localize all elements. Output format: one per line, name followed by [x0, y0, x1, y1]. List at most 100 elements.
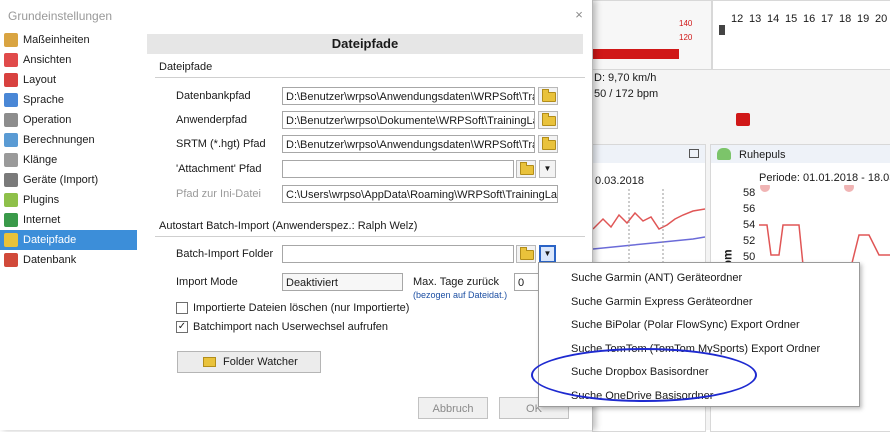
nav-item-maßeinheiten[interactable]: Maßeinheiten	[0, 30, 137, 50]
calendar-day[interactable]: 14	[767, 13, 779, 25]
hr-zone-strip: 140 120	[592, 0, 712, 70]
checkbox-label: Importierte Dateien löschen (nur Importi…	[193, 302, 410, 314]
wrench-icon	[4, 113, 18, 127]
nav-item-label: Geräte (Import)	[23, 174, 99, 186]
browse-folder-button[interactable]	[516, 245, 536, 263]
calendar-day[interactable]: 13	[749, 13, 761, 25]
field-label: Batch-Import Folder	[176, 248, 274, 260]
nav-item-berechnungen[interactable]: Berechnungen	[0, 130, 137, 150]
nav-item-dateipfade[interactable]: Dateipfade	[0, 230, 137, 250]
batch-folder-dropdown-button[interactable]: ▼	[539, 245, 556, 263]
field-label: SRTM (*.hgt) Pfad	[176, 138, 266, 150]
calendar-prev-icon[interactable]	[719, 25, 725, 35]
close-button[interactable]: ×	[570, 7, 588, 24]
section-title: Dateipfade	[159, 61, 213, 73]
calendar-strip: 12 13 14 15 16 17 18 19 20	[712, 0, 890, 70]
nav-item-label: Maßeinheiten	[23, 34, 90, 46]
field-label: Max. Tage zurück	[413, 276, 500, 288]
attachment-path-field[interactable]	[282, 160, 514, 178]
dialog-title: Grundeinstellungen	[8, 9, 113, 23]
calculator-icon	[4, 133, 18, 147]
nav-item-layout[interactable]: Layout	[0, 70, 137, 90]
cancel-button[interactable]: Abbruch	[418, 397, 488, 419]
browse-folder-button[interactable]	[538, 111, 558, 129]
chart-date: 0.03.2018	[595, 175, 644, 187]
nav-item-internet[interactable]: Internet	[0, 210, 137, 230]
nav-item-ansichten[interactable]: Ansichten	[0, 50, 137, 70]
database-path-field[interactable]: D:\Benutzer\wrpso\Anwendungsdaten\WRPSof…	[282, 87, 535, 105]
calendar-icon[interactable]	[736, 113, 750, 126]
layout-icon	[4, 73, 18, 87]
plugin-icon	[4, 193, 18, 207]
browse-folder-button[interactable]	[516, 160, 536, 178]
folder-icon	[520, 247, 534, 260]
bpm-tick: 52	[743, 235, 756, 247]
nav-item-label: Datenbank	[23, 254, 77, 266]
delete-imported-checkbox[interactable]	[176, 302, 188, 314]
import-mode-select[interactable]: Deaktiviert	[282, 273, 403, 291]
dialog-titlebar: Grundeinstellungen ×	[0, 0, 592, 30]
section-divider	[155, 77, 585, 78]
browse-folder-button[interactable]	[538, 135, 558, 153]
speaker-icon	[4, 153, 18, 167]
calendar-day[interactable]: 15	[785, 13, 797, 25]
settings-content: Dateipfade Dateipfade Datenbankpfad D:\B…	[137, 30, 592, 430]
periode-label: Periode: 01.01.2018 - 18.03	[759, 172, 890, 184]
calendar-day[interactable]: 20	[875, 13, 887, 25]
browse-folder-button[interactable]	[538, 87, 558, 105]
ini-path-field[interactable]: C:\Users\wrpso\AppData\Roaming\WRPSoft\T…	[282, 185, 558, 203]
calendar-day[interactable]: 19	[857, 13, 869, 25]
field-label: Datenbankpfad	[176, 90, 251, 102]
nav-item-label: Internet	[23, 214, 61, 226]
import-mode-value: Deaktiviert	[286, 277, 338, 289]
nav-item-datenbank[interactable]: Datenbank	[0, 250, 137, 270]
calendar-day[interactable]: 17	[821, 13, 833, 25]
axis-tick: 140	[679, 19, 693, 28]
max-days-note: (bezogen auf Dateidat.)	[413, 290, 508, 300]
menu-item[interactable]: Suche Garmin Express Geräteordner	[571, 296, 753, 308]
nav-item-klänge[interactable]: Klänge	[0, 150, 137, 170]
highlight-oval	[531, 348, 757, 402]
bpm-tick: 58	[743, 187, 756, 199]
ruhepuls-title: Ruhepuls	[739, 149, 786, 161]
nav-item-label: Ansichten	[23, 54, 72, 66]
bpm-tick: 56	[743, 203, 756, 215]
device-icon	[4, 173, 18, 187]
field-label: Pfad zur Ini-Datei	[176, 188, 261, 200]
section-divider	[155, 236, 585, 237]
calendar-day[interactable]: 16	[803, 13, 815, 25]
srtm-path-field[interactable]: D:\Benutzer\wrpso\Anwendungsdaten\WRPSof…	[282, 135, 535, 153]
nav-item-label: Operation	[23, 114, 72, 126]
checkbox-label: Batchimport nach Userwechsel aufrufen	[193, 321, 389, 333]
menu-item[interactable]: Suche BiPolar (Polar FlowSync) Export Or…	[571, 319, 800, 331]
views-icon	[4, 53, 18, 67]
language-icon	[4, 93, 18, 107]
hr-zone-bar	[593, 49, 679, 59]
dropdown-button[interactable]: ▼	[539, 160, 556, 178]
nav-item-geräte-import-[interactable]: Geräte (Import)	[0, 170, 137, 190]
page-title: Dateipfade	[147, 34, 583, 54]
folder-icon	[520, 162, 534, 175]
batch-on-user-switch-checkbox[interactable]: ✓	[176, 321, 188, 333]
menu-item[interactable]: Suche Garmin (ANT) Geräteordner	[571, 272, 742, 284]
nav-item-plugins[interactable]: Plugins	[0, 190, 137, 210]
folder-icon	[542, 137, 556, 150]
nav-item-operation[interactable]: Operation	[0, 110, 137, 130]
user-path-field[interactable]: D:\Benutzer\wrpso\Dokumente\WRPSoft\Trai…	[282, 111, 535, 129]
field-label: Import Mode	[176, 276, 238, 288]
calendar-day[interactable]: 12	[731, 13, 743, 25]
nav-item-label: Plugins	[23, 194, 60, 206]
nav-item-sprache[interactable]: Sprache	[0, 90, 137, 110]
nav-item-label: Klänge	[23, 154, 58, 166]
speed-value: D: 9,70 km/h	[594, 72, 657, 84]
calendar-day[interactable]: 18	[839, 13, 851, 25]
hr-value: 50 / 172 bpm	[594, 88, 659, 100]
maximize-icon[interactable]	[689, 149, 699, 158]
folder-watcher-button[interactable]: Folder Watcher	[177, 351, 321, 373]
folder-icon	[542, 113, 556, 126]
batch-folder-field[interactable]	[282, 245, 514, 263]
folder-watch-icon	[203, 357, 216, 367]
folder-icon	[4, 233, 18, 247]
section-title: Autostart Batch-Import (Anwenderspez.: R…	[159, 220, 418, 232]
nav-item-label: Dateipfade	[23, 234, 77, 246]
